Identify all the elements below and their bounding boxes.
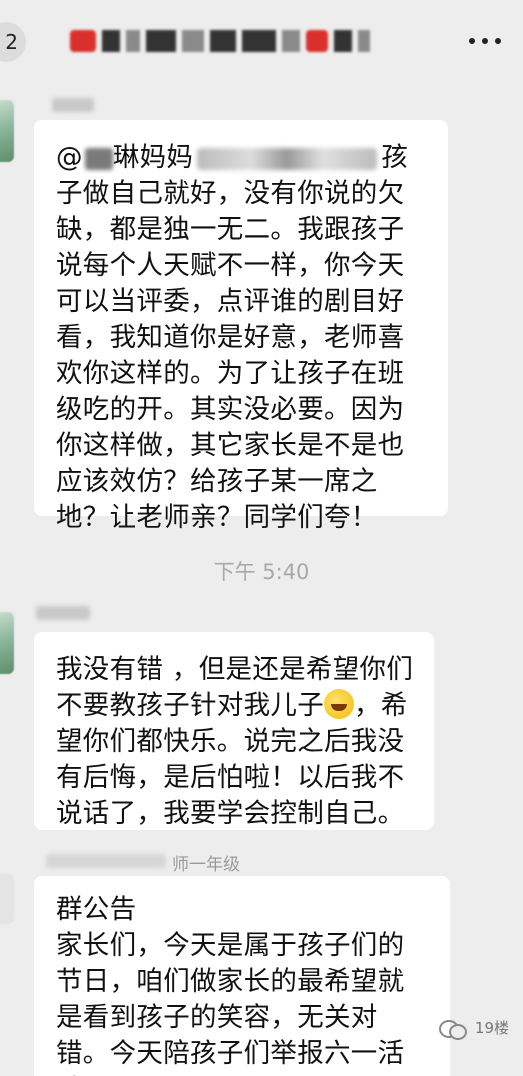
back-unread-badge[interactable]: 2 [0,22,26,62]
avatar[interactable] [0,612,14,674]
announcement-bubble[interactable]: 群公告 家长们，今天是属于孩子们的节日，咱们做家长的最希望就是看到孩子的笑容，无… [34,876,450,1076]
watermark-text: 19楼 [474,1019,509,1037]
watermark: 19楼 [438,1017,509,1040]
announcement-title: 群公告 [56,894,137,925]
sender-name: 师一年级 [172,855,240,875]
avatar[interactable] [0,100,14,162]
announcement-text: 家长们，今天是属于孩子们的节日，咱们做家长的最希望就是看到孩子的笑容，无关对错。… [56,930,405,1076]
timestamp: 下午 5:40 [213,560,310,584]
group-title-redacted [70,28,380,54]
laughing-tears-emoji [324,689,354,719]
message-text: @ 琳妈妈 孩子做自己就好，没有你说的欠缺，都是独一无二。我跟孩子说每个人天赋不一样… [56,142,409,533]
message-bubble[interactable]: @ 琳妈妈 孩子做自己就好，没有你说的欠缺，都是独一无二。我跟孩子说每个人天赋不一样… [34,120,448,533]
wechat-logo-icon [438,1018,467,1040]
avatar[interactable] [0,874,14,924]
sender-name-redacted [36,606,90,620]
sender-name-redacted [46,854,166,868]
sender-name-redacted [52,98,94,112]
message-bubble[interactable]: 我没有错 ，但是还是希望你们不要教孩子针对我儿子 ，希望你们都快乐。说完之后我没有… [34,632,434,830]
message-text: 我没有错 ，但是还是希望你们不要教孩子针对我儿子 ，希望你们都快乐。说完之后我没有… [56,654,414,829]
more-options-icon[interactable] [469,38,501,44]
chat-header: 2 [0,0,523,84]
